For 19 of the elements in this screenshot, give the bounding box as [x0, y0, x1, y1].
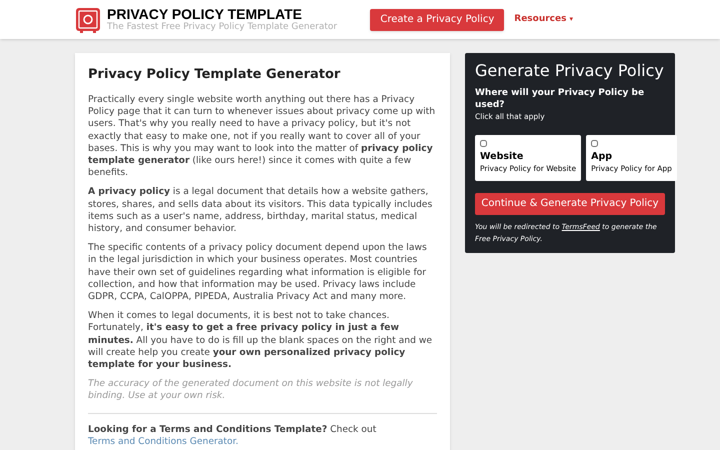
question-text: Where will your Privacy Policy be used?	[475, 87, 646, 111]
terms-generator-link[interactable]: Terms and Conditions Generator.	[88, 436, 238, 447]
site-tagline: The Fastest Free Privacy Policy Template Generator	[107, 22, 338, 33]
paragraph: The specific contents of a privacy policy document depend upon the laws in the legal jurisdiction in which your business operates. Most countries have their own set of guidelines regarding what information is eligible for collection, and how that information may be used. Privacy laws include GDPR, CCPA, CalOPPA, PIPEDA, Australia Privacy Act and many more.	[88, 242, 428, 304]
checkbox[interactable]	[591, 140, 598, 147]
panel-heading: Generate Privacy Policy	[475, 61, 665, 81]
continue-button[interactable]: Continue & Generate Privacy Policy	[475, 192, 665, 214]
option-label: Website	[480, 151, 524, 163]
safe-icon	[75, 6, 101, 32]
create-privacy-policy-button[interactable]: Create a Privacy Policy	[370, 8, 504, 30]
disclaimer-text: The accuracy of the generated document on this website is not legally binding. Use at your own risk.	[88, 378, 414, 403]
article-heading: Privacy Policy Template Generator	[88, 67, 342, 83]
site-title[interactable]: PRIVACY POLICY TEMPLATE	[107, 6, 338, 22]
option-label: App	[591, 151, 614, 163]
paragraph: Practically every single website worth anything out there has a Privacy Policy page that it can turn to whenever issues about privacy come up with users. That's why you really need to have a privacy policy, but it's not exactly that easy to make one, not if you really want to cover all of your bases. This is why you may want to look into the matter of privacy policy template generator (like ours here!) since it comes with quite a few benefits.	[88, 94, 436, 180]
paragraph: When it comes to legal documents, it is best not to take chances. Fortunately, it's easy to get a free privacy policy in just a few minutes. All you have to do is fill up the blank spaces on the right and we will create help you create your own personalized privacy policy template for your business.	[88, 310, 434, 372]
terms-prompt: Looking for a Terms and Conditions Template? Check out Terms and Conditions Generator.	[88, 424, 378, 448]
paragraph: A privacy policy is a legal document that details how a website gathers, stores, shares, and sells data about its visitors. This data typically includes items such as a user's name, address, birthday, marital status, medical history, and consumer behavior.	[88, 186, 434, 236]
checkbox[interactable]	[480, 140, 487, 147]
